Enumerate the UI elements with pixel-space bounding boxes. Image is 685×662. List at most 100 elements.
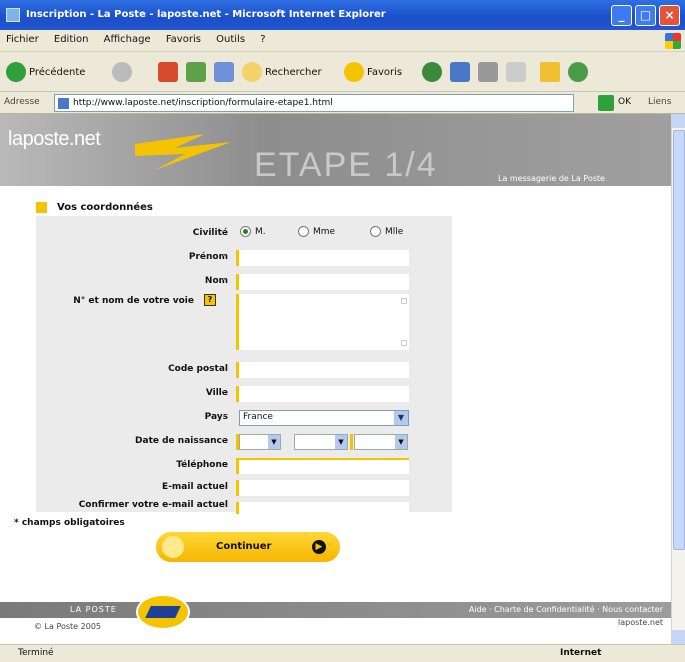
civility-radio-mlle[interactable]: Mlle xyxy=(370,226,403,237)
search-button[interactable]: Rechercher xyxy=(242,60,322,84)
search-icon xyxy=(242,62,262,82)
la-poste-logo[interactable] xyxy=(136,594,190,630)
radio-dot-icon xyxy=(240,226,251,237)
menu-file[interactable]: Fichier xyxy=(0,30,45,45)
first-name-row: Prénom · xyxy=(36,248,452,268)
favorites-button[interactable]: Favoris xyxy=(344,60,402,84)
registration-form: Civilité · M. Mme Mlle Prénom · Nom · N°… xyxy=(36,216,452,514)
address-input[interactable]: http://www.laposte.net/inscription/formu… xyxy=(54,94,574,112)
star-icon xyxy=(344,62,364,82)
print-icon xyxy=(478,62,498,82)
folder-button[interactable] xyxy=(540,60,560,84)
page-content: laposte.net ETAPE 1/4 La messagerie de L… xyxy=(0,114,671,644)
email-confirm-input[interactable] xyxy=(239,502,409,514)
minimize-button[interactable]: _ xyxy=(611,5,632,26)
address-textarea[interactable] xyxy=(239,294,409,350)
banner-tagline: La messagerie de La Poste xyxy=(498,174,605,183)
scroll-thumb[interactable] xyxy=(673,130,685,550)
scroll-down-icon xyxy=(401,340,407,346)
input-accent xyxy=(350,434,353,450)
history-button[interactable] xyxy=(422,60,442,84)
messenger-button[interactable] xyxy=(568,60,588,84)
back-label: Précédente xyxy=(29,66,86,78)
last-name-row: Nom · xyxy=(36,272,452,292)
refresh-button[interactable] xyxy=(186,60,206,84)
step-indicator: ETAPE 1/4 xyxy=(254,146,438,184)
mail-button[interactable] xyxy=(450,60,470,84)
print-button[interactable] xyxy=(478,60,498,84)
go-button[interactable] xyxy=(598,95,614,111)
status-bar: Terminé Internet xyxy=(0,644,685,662)
back-button[interactable]: Précédente xyxy=(6,60,85,84)
country-value: France xyxy=(243,412,273,422)
toolbar: Précédente Rechercher Favoris xyxy=(0,52,685,92)
scroll-up-icon[interactable] xyxy=(672,114,685,128)
address-label: N° et nom de votre voie xyxy=(73,296,194,306)
continue-label: Continuer xyxy=(216,541,272,552)
help-icon[interactable]: ? xyxy=(204,294,216,306)
menu-view[interactable]: Affichage xyxy=(98,30,157,45)
menu-edit[interactable]: Edition xyxy=(48,30,95,45)
home-button[interactable] xyxy=(214,60,234,84)
stop-button[interactable] xyxy=(158,60,178,84)
menu-tools[interactable]: Outils xyxy=(210,30,251,45)
chevron-down-icon: ▼ xyxy=(394,411,408,425)
civility-radio-mme[interactable]: Mme xyxy=(298,226,335,237)
scroll-down-icon[interactable] xyxy=(672,630,685,644)
separator: · xyxy=(222,387,226,398)
country-select[interactable]: France ▼ xyxy=(239,410,409,426)
back-arrow-icon xyxy=(6,62,26,82)
windows-logo-icon xyxy=(665,33,681,49)
birth-year-select[interactable]: ▼ xyxy=(354,434,408,450)
last-name-input[interactable] xyxy=(239,274,409,290)
email-confirm-label: Confirmer votre e-mail actuel xyxy=(78,500,228,510)
mail-icon xyxy=(450,62,470,82)
links-label[interactable]: Liens xyxy=(648,97,671,107)
address-row: N° et nom de votre voie ? xyxy=(36,292,452,354)
separator: · xyxy=(222,275,226,286)
vertical-scrollbar[interactable] xyxy=(671,114,685,644)
city-row: Ville · xyxy=(36,384,452,404)
separator: · xyxy=(222,411,226,422)
first-name-input[interactable] xyxy=(239,250,409,266)
edit-button[interactable] xyxy=(506,60,526,84)
email-label: E-mail actuel xyxy=(162,482,228,492)
edit-icon xyxy=(506,62,526,82)
civility-row: Civilité · M. Mme Mlle xyxy=(36,224,452,244)
city-input[interactable] xyxy=(239,386,409,402)
civility-option-label: M. xyxy=(255,226,266,237)
scroll-up-icon xyxy=(401,298,407,304)
section-bullet-icon xyxy=(36,202,47,213)
mandatory-note: * champs obligatoires xyxy=(14,518,125,528)
maximize-button[interactable]: □ xyxy=(635,5,656,26)
continue-button[interactable]: Continuer ▶ xyxy=(156,532,340,562)
email-input[interactable] xyxy=(239,480,409,496)
site-logo[interactable]: laposte.net xyxy=(8,128,101,151)
forward-button[interactable] xyxy=(112,60,132,84)
arrow-right-icon: ▶ xyxy=(312,540,326,554)
postcode-row: Code postal xyxy=(36,360,452,380)
stop-icon xyxy=(158,62,178,82)
la-poste-bolt-icon xyxy=(135,134,231,170)
separator: · xyxy=(222,435,226,446)
separator: · xyxy=(222,227,226,238)
home-icon xyxy=(214,62,234,82)
birth-day-select[interactable]: ▼ xyxy=(239,434,281,450)
bird-icon xyxy=(145,606,181,618)
phone-input[interactable] xyxy=(239,458,409,474)
menu-help[interactable]: ? xyxy=(254,30,271,45)
close-button[interactable]: × xyxy=(659,5,680,26)
go-label[interactable]: OK xyxy=(618,97,631,107)
postcode-input[interactable] xyxy=(239,362,409,378)
folder-icon xyxy=(540,62,560,82)
birthdate-row: Date de naissance · ▼ ▼ ▼ xyxy=(36,432,452,452)
civility-radio-m[interactable]: M. xyxy=(240,226,266,237)
footer-links[interactable]: Aide · Charte de Confidentialité · Nous … xyxy=(469,605,663,614)
radio-dot-icon xyxy=(370,226,381,237)
favorites-label: Favoris xyxy=(367,66,403,78)
section-header: Vos coordonnées xyxy=(36,202,153,213)
status-zone: Internet xyxy=(560,648,602,658)
email-confirm-row: Confirmer votre e-mail actuel xyxy=(36,500,452,514)
menu-favorites[interactable]: Favoris xyxy=(160,30,207,45)
birth-month-select[interactable]: ▼ xyxy=(294,434,348,450)
